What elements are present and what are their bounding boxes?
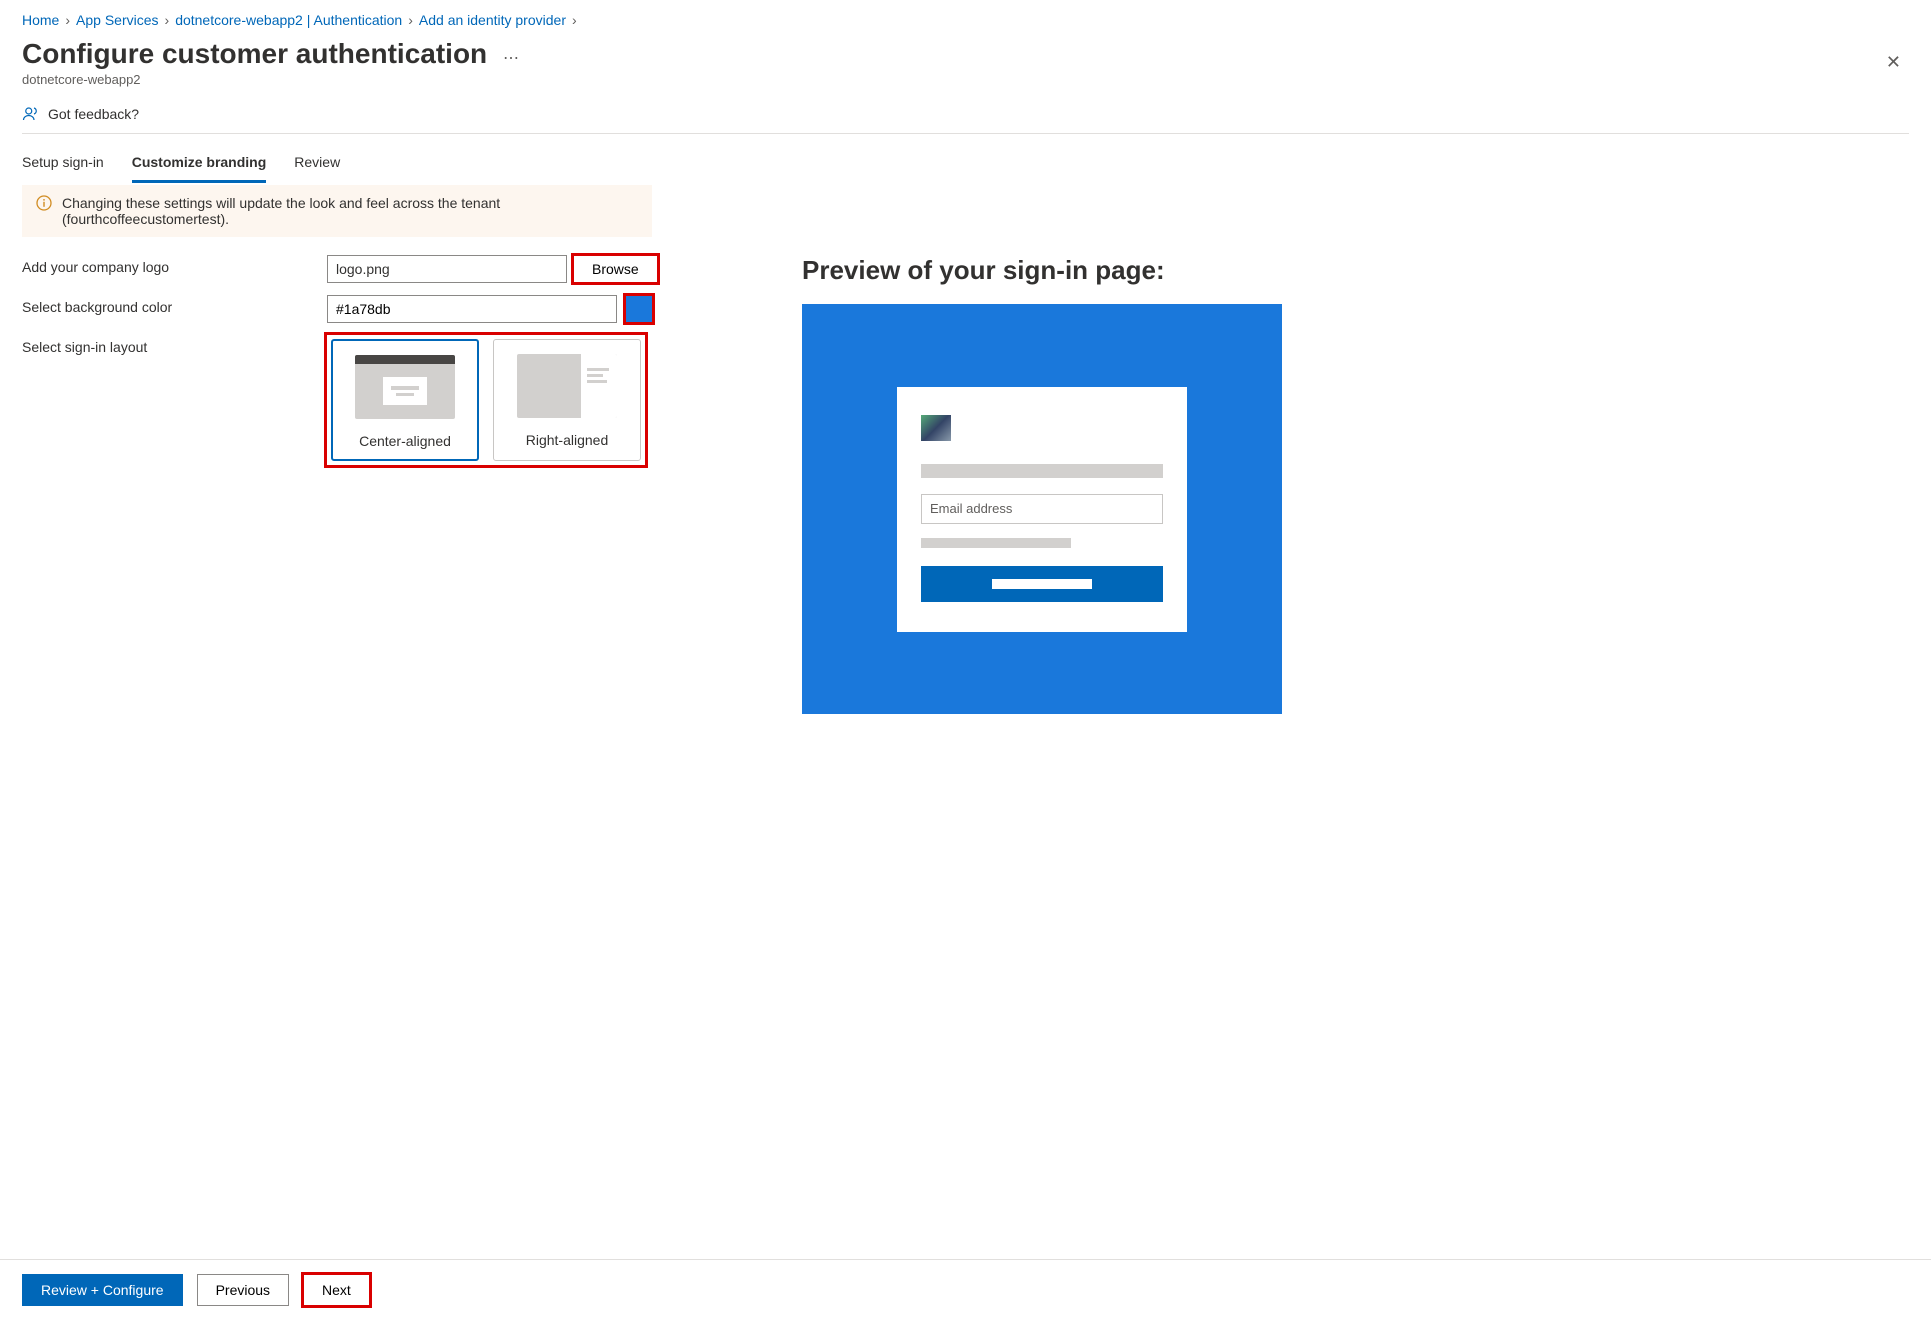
breadcrumb: Home › App Services › dotnetcore-webapp2 |… xyxy=(22,12,1909,28)
info-banner: Changing these settings will update the … xyxy=(22,185,652,237)
preview-logo-image xyxy=(921,415,951,441)
browse-button[interactable]: Browse xyxy=(573,255,658,283)
logo-label: Add your company logo xyxy=(22,255,327,275)
tab-review[interactable]: Review xyxy=(294,148,340,183)
footer-actions: Review + Configure Previous Next xyxy=(0,1259,1931,1320)
bg-color-input[interactable] xyxy=(327,295,617,323)
layout-label: Select sign-in layout xyxy=(22,335,327,355)
review-configure-button[interactable]: Review + Configure xyxy=(22,1274,183,1306)
breadcrumb-add-idp[interactable]: Add an identity provider xyxy=(419,12,566,28)
layout-right-label: Right-aligned xyxy=(526,432,609,448)
feedback-icon xyxy=(22,105,40,123)
bg-color-swatch[interactable] xyxy=(625,295,653,323)
chevron-right-icon: › xyxy=(165,12,170,28)
layout-options-group: Center-aligned Right-aligned xyxy=(327,335,645,465)
chevron-right-icon: › xyxy=(408,12,413,28)
previous-button[interactable]: Previous xyxy=(197,1274,289,1306)
chevron-right-icon: › xyxy=(572,12,577,28)
page-title: Configure customer authentication xyxy=(22,38,487,70)
preview-signin-card: Email address xyxy=(897,387,1187,632)
page-subtitle: dotnetcore-webapp2 xyxy=(22,72,520,87)
preview-submit-button xyxy=(921,566,1163,602)
layout-center-label: Center-aligned xyxy=(359,433,451,449)
info-icon xyxy=(36,195,52,214)
logo-file-input[interactable] xyxy=(327,255,567,283)
preview-heading: Preview of your sign-in page: xyxy=(802,255,1282,286)
close-icon[interactable]: ✕ xyxy=(1878,48,1909,77)
breadcrumb-webapp-auth[interactable]: dotnetcore-webapp2 | Authentication xyxy=(175,12,402,28)
next-button[interactable]: Next xyxy=(303,1274,370,1306)
layout-thumb-right xyxy=(517,354,617,418)
breadcrumb-appservices[interactable]: App Services xyxy=(76,12,158,28)
layout-option-center[interactable]: Center-aligned xyxy=(331,339,479,461)
bg-color-label: Select background color xyxy=(22,295,327,315)
layout-option-right[interactable]: Right-aligned xyxy=(493,339,641,461)
preview-subtext-skeleton xyxy=(921,538,1071,548)
feedback-label: Got feedback? xyxy=(48,106,139,122)
more-actions-icon[interactable]: ⋯ xyxy=(503,50,520,67)
tab-setup-signin[interactable]: Setup sign-in xyxy=(22,148,104,183)
info-text: Changing these settings will update the … xyxy=(62,195,638,227)
layout-thumb-center xyxy=(355,355,455,419)
preview-heading-skeleton xyxy=(921,464,1163,478)
feedback-link[interactable]: Got feedback? xyxy=(22,105,1909,123)
tab-customize-branding[interactable]: Customize branding xyxy=(132,148,267,183)
tabs: Setup sign-in Customize branding Review xyxy=(22,148,1909,183)
preview-background: Email address xyxy=(802,304,1282,714)
preview-email-input: Email address xyxy=(921,494,1163,524)
breadcrumb-home[interactable]: Home xyxy=(22,12,59,28)
divider xyxy=(22,133,1909,134)
chevron-right-icon: › xyxy=(65,12,70,28)
